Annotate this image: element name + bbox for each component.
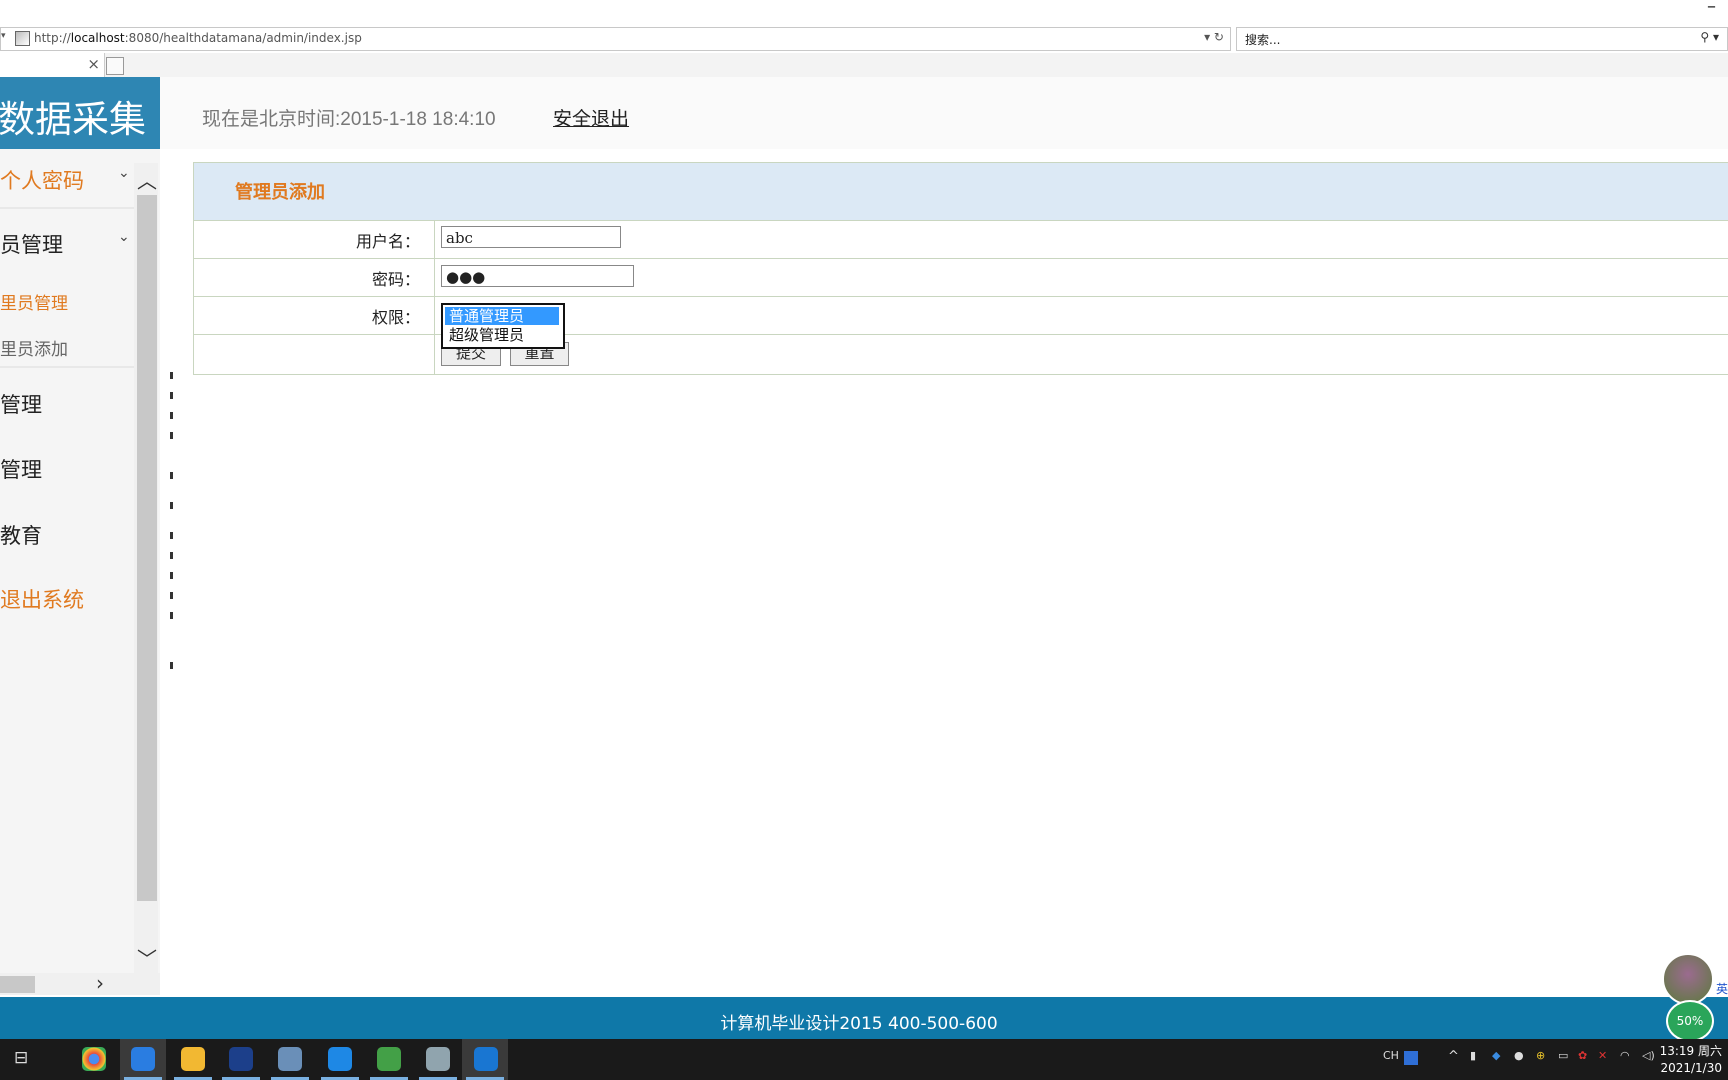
tray-plus-icon[interactable]: ⊕ xyxy=(1536,1049,1545,1062)
refresh-icon[interactable]: ▾ ↻ xyxy=(1204,30,1224,44)
microphone-icon[interactable]: ▮ xyxy=(1470,1049,1476,1062)
username-label: 用户名： xyxy=(355,232,420,251)
action-row xyxy=(194,334,1728,374)
scroll-thumb[interactable] xyxy=(0,976,35,993)
panel-title: 管理员添加 xyxy=(235,182,325,203)
panel-header: 管理员添加 xyxy=(194,163,1728,220)
password-label-cell: 密码： xyxy=(194,259,435,296)
permission-label-cell: 权限： xyxy=(194,297,435,334)
page-icon xyxy=(15,31,30,46)
chevron-down-icon[interactable]: ﹀ xyxy=(137,943,157,972)
chevron-up-icon[interactable]: ︿ xyxy=(137,165,157,194)
address-bar[interactable]: ▾ http://localhost:8080/healthdatamana/a… xyxy=(0,27,1231,51)
password-input[interactable]: ●●● xyxy=(441,265,634,287)
sidebar: 个人密码 ⌄ 员管理 ⌄ 里员管理 里员添加 管理 管理 教育 退出系统 ︿ ﹀… xyxy=(0,149,160,995)
page-footer: 计算机毕业设计2015 400-500-600 xyxy=(0,997,1728,1039)
footer-text: 计算机毕业设计2015 400-500-600 xyxy=(720,1014,998,1034)
sidebar-item-exit[interactable]: 退出系统 xyxy=(0,584,84,614)
address-row: ▾ http://localhost:8080/healthdatamana/a… xyxy=(0,27,1728,51)
taskbar-clock[interactable]: 13:19 周六 2021/1/30 xyxy=(1660,1043,1722,1077)
logout-link[interactable]: 安全退出 xyxy=(553,104,629,131)
chevron-right-icon[interactable]: › xyxy=(96,971,104,995)
scroll-thumb[interactable] xyxy=(137,195,157,901)
divider xyxy=(0,366,134,368)
floating-percent-badge[interactable]: 50% xyxy=(1666,1000,1714,1042)
window-titlebar: – xyxy=(0,0,1728,22)
current-time: 现在是北京时间:2015-1-18 18:4:10 xyxy=(202,109,496,130)
chevron-up-icon[interactable]: ^ xyxy=(1448,1049,1459,1064)
sidebar-vertical-scrollbar[interactable]: ︿ ﹀ xyxy=(134,163,158,973)
username-input[interactable]: abc xyxy=(441,226,621,248)
search-box[interactable]: 搜索... ⚲ ▾ xyxy=(1236,27,1728,51)
sidebar-item-manage-a[interactable]: 管理 xyxy=(0,389,42,419)
app-arrow-icon[interactable] xyxy=(131,1047,155,1071)
battery-icon[interactable]: ▭ xyxy=(1558,1049,1568,1062)
task-view-icon[interactable]: ⊟ xyxy=(14,1048,28,1068)
permission-row: 权限： xyxy=(194,296,1728,334)
dropdown-icon[interactable]: ▾ xyxy=(1,31,6,41)
sidebar-subitem-admin-list[interactable]: 里员管理 xyxy=(0,289,68,314)
chevron-down-icon[interactable]: ⌄ xyxy=(118,229,130,245)
floating-side-label[interactable]: 英 xyxy=(1716,980,1728,997)
address-url[interactable]: http://localhost:8080/healthdatamana/adm… xyxy=(34,31,362,45)
action-label-cell xyxy=(194,335,435,374)
floating-avatar[interactable] xyxy=(1662,953,1714,1005)
permission-label: 权限： xyxy=(371,308,420,327)
wifi-icon[interactable]: ◠ xyxy=(1620,1049,1630,1062)
tab-strip: × xyxy=(0,53,1728,77)
password-label: 密码： xyxy=(371,270,420,289)
app-chat-icon[interactable] xyxy=(328,1047,352,1071)
clock-date: 2021/1/30 xyxy=(1660,1061,1722,1075)
brand-title: 数据采集 xyxy=(0,98,146,141)
sidebar-item-manage-b[interactable]: 管理 xyxy=(0,454,42,484)
sidebar-item-admin-manage[interactable]: 员管理 xyxy=(0,229,63,259)
admin-add-panel: 管理员添加 用户名： 密码： 权限： xyxy=(193,162,1728,375)
username-label-cell: 用户名： xyxy=(194,221,435,258)
permission-option-normal[interactable]: 普通管理员 xyxy=(445,307,559,325)
app-globe-icon[interactable] xyxy=(377,1047,401,1071)
clock-time: 13:19 周六 xyxy=(1659,1044,1722,1058)
internet-explorer-icon[interactable] xyxy=(474,1047,498,1071)
qq-icon[interactable]: ● xyxy=(1514,1049,1524,1062)
app-computer-icon[interactable] xyxy=(278,1047,302,1071)
app-script-icon[interactable] xyxy=(229,1047,253,1071)
chrome-icon[interactable] xyxy=(82,1047,106,1071)
sidebar-subitem-admin-add[interactable]: 里员添加 xyxy=(0,335,68,360)
sidebar-horizontal-scrollbar[interactable]: › xyxy=(0,971,160,995)
tray-app-icon[interactable]: ✿ xyxy=(1578,1049,1587,1062)
browser-tab[interactable]: × xyxy=(0,53,105,77)
divider xyxy=(0,207,134,209)
network-warning-icon[interactable]: ✕ xyxy=(1598,1049,1607,1062)
minimize-icon[interactable]: – xyxy=(1707,0,1716,17)
search-input[interactable]: 搜索... xyxy=(1245,31,1280,48)
app-notepad-icon[interactable] xyxy=(426,1047,450,1071)
ime-indicator[interactable]: CH xyxy=(1383,1049,1399,1062)
volume-icon[interactable]: ◁) xyxy=(1642,1049,1655,1062)
brand-logo: 数据采集 xyxy=(0,77,160,149)
sidebar-item-password[interactable]: 个人密码 xyxy=(0,165,84,195)
permission-option-super[interactable]: 超级管理员 xyxy=(445,326,559,344)
password-row: 密码： xyxy=(194,258,1728,296)
security-shield-icon[interactable]: ◆ xyxy=(1492,1049,1500,1062)
sidebar-item-education[interactable]: 教育 xyxy=(0,520,42,550)
page-header: 现在是北京时间:2015-1-18 18:4:10 安全退出 xyxy=(160,77,1728,149)
frame-splitter[interactable] xyxy=(170,372,176,672)
chevron-down-icon[interactable]: ⌄ xyxy=(118,165,130,181)
new-tab-icon[interactable] xyxy=(106,57,124,75)
taskbar: ⊟ CH ^ ▮ ◆ ● ⊕ ▭ ✿ ✕ ◠ ◁) 13:19 周六 2021/… xyxy=(0,1039,1728,1080)
permission-select-list[interactable]: 普通管理员 超级管理员 xyxy=(441,303,565,349)
search-icon[interactable]: ⚲ ▾ xyxy=(1700,30,1719,44)
close-icon[interactable]: × xyxy=(87,55,100,73)
ime-q-icon[interactable] xyxy=(1404,1051,1418,1065)
file-explorer-icon[interactable] xyxy=(181,1047,205,1071)
username-row: 用户名： xyxy=(194,220,1728,258)
